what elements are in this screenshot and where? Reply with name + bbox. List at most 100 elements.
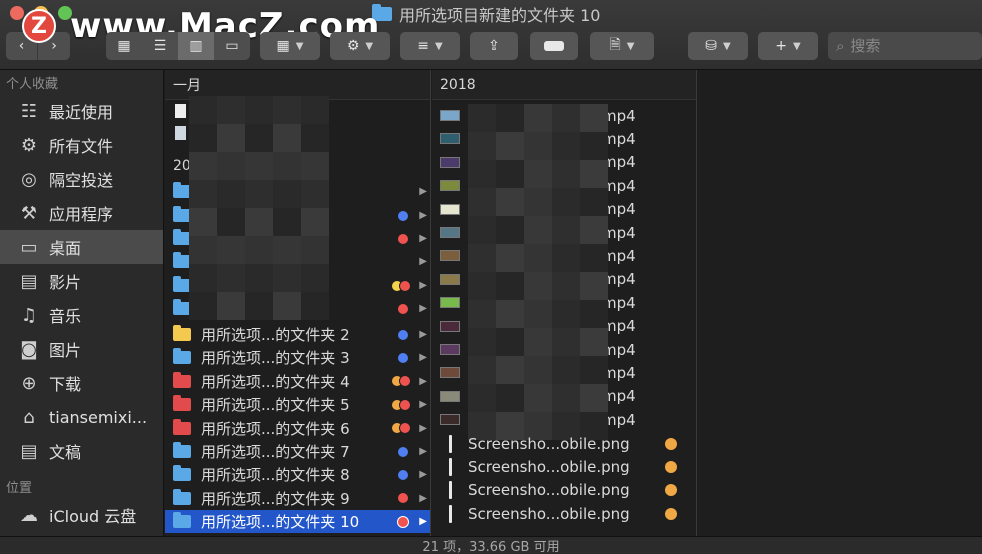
disclosure-arrow-icon: ▶ xyxy=(419,516,427,528)
file-name: Screensho...obile.png xyxy=(468,434,630,453)
column-1: 一月 20 ▶ ▶ ▶ ▶ ▶ ▶ 用所选项...的文件夹 2 ▶ 用所选项...的文件夹 3 ▶… xyxy=(165,70,431,536)
tag-dots xyxy=(397,209,409,222)
tag-dot xyxy=(399,375,411,388)
folder-icon xyxy=(173,418,191,435)
tag-dots xyxy=(391,279,411,292)
disclosure-arrow-icon: ▶ xyxy=(419,375,427,387)
share-button[interactable]: ⇪ xyxy=(470,32,518,60)
png-file-row[interactable]: Screensho...obile.png xyxy=(432,502,696,525)
image-file-icon xyxy=(449,434,452,453)
tag-dot xyxy=(399,422,411,435)
sidebar-item[interactable]: ▭ 桌面 xyxy=(0,230,163,264)
folder-row[interactable]: 用所选项...的文件夹 2 ▶ xyxy=(165,323,430,346)
disclosure-arrow-icon: ▶ xyxy=(419,303,427,314)
sidebar-item[interactable]: ⊕ 下载 xyxy=(0,366,163,400)
sidebar-item-label: 应用程序 xyxy=(49,205,114,224)
chevron-down-icon: ▼ xyxy=(723,40,731,52)
video-thumbnail-icon xyxy=(440,390,460,402)
icon-view-button[interactable]: ▦ xyxy=(106,32,142,60)
png-file-row[interactable]: Screensho...obile.png xyxy=(432,432,696,455)
tag-dots xyxy=(397,328,409,341)
action-button[interactable]: ⚙ ▼ xyxy=(330,32,390,60)
video-thumbnail-icon xyxy=(440,227,460,238)
sidebar-item-label: 文稿 xyxy=(49,443,82,462)
sidebar-item-label: 隔空投送 xyxy=(49,171,114,190)
tag-dot xyxy=(397,445,409,458)
png-file-row[interactable]: Screensho...obile.png xyxy=(432,479,696,502)
sidebar-item[interactable]: ♫ 音乐 xyxy=(0,298,163,332)
gallery-view-button[interactable]: ▭ xyxy=(214,32,250,60)
camera-icon: ◙ xyxy=(20,338,38,360)
disclosure-arrow-icon: ▶ xyxy=(419,422,427,434)
file-name: Screensho...obile.png xyxy=(468,481,630,500)
folder-row[interactable]: 用所选项...的文件夹 10 ▶ xyxy=(165,510,430,534)
sidebar-item[interactable]: ☷ 最近使用 xyxy=(0,94,163,128)
arrange-button[interactable]: ≡ ▼ xyxy=(400,32,460,60)
folder-row[interactable]: 用所选项...的文件夹 8 ▶ xyxy=(165,463,430,486)
sidebar-item[interactable]: ◙ 图片 xyxy=(0,332,163,366)
sidebar-item[interactable]: ⚒ 应用程序 xyxy=(0,196,163,230)
chevron-down-icon: ▼ xyxy=(435,40,443,52)
sidebar-item[interactable]: ◎ 隔空投送 xyxy=(0,162,163,196)
disclosure-arrow-icon: ▶ xyxy=(419,280,427,291)
search-field[interactable]: ⌕ xyxy=(828,32,982,60)
plus-icon: + xyxy=(775,38,788,54)
macz-logo-icon: Z xyxy=(22,9,56,43)
group-button[interactable]: ▦ ▼ xyxy=(260,32,320,60)
sidebar-item[interactable]: ⌂ tiansemixi... xyxy=(0,400,163,434)
folder-row[interactable]: 用所选项...的文件夹 6 ▶ xyxy=(165,417,430,440)
folder-row[interactable]: 用所选项...的文件夹 7 ▶ xyxy=(165,440,430,463)
group-grid-icon: ▦ xyxy=(276,38,290,54)
cloud-icon: ☁ xyxy=(20,504,38,526)
sidebar-item[interactable]: ▤ 文稿 xyxy=(0,434,163,468)
tag-dot xyxy=(397,232,409,245)
grid-icon: ▦ xyxy=(117,38,131,54)
doc-icon xyxy=(175,104,186,118)
column-3 xyxy=(698,70,982,536)
folder-row[interactable]: 用所选项...的文件夹 9 ▶ xyxy=(165,487,430,510)
video-thumbnail-icon xyxy=(440,203,460,215)
sidebar-item-label: tiansemixi... xyxy=(49,407,148,427)
tag-icon xyxy=(544,41,564,51)
applications-icon: ⚒ xyxy=(20,202,38,224)
tag-dot xyxy=(397,515,409,528)
column-view-button[interactable]: ▥ xyxy=(178,32,214,60)
file-name: Screensho...obile.png xyxy=(468,504,630,523)
disk-button[interactable]: ⛁ ▼ xyxy=(688,32,748,60)
search-input[interactable] xyxy=(850,37,961,55)
tag-dots xyxy=(397,515,409,528)
new-document-button[interactable]: 🗎 ▼ xyxy=(590,32,654,60)
png-file-row[interactable]: Screensho...obile.png xyxy=(432,455,696,478)
folder-row[interactable]: 用所选项...的文件夹 4 ▶ xyxy=(165,370,430,393)
video-thumbnail-icon xyxy=(440,367,460,379)
folder-row[interactable]: 用所选项...的文件夹 5 ▶ xyxy=(165,393,430,416)
sidebar-item-label: 影片 xyxy=(49,273,82,292)
disclosure-arrow-icon: ▶ xyxy=(419,352,427,364)
sidebar-item[interactable]: ⚙ 所有文件 xyxy=(0,128,163,162)
folder-icon xyxy=(173,488,191,505)
tag-dot xyxy=(399,279,411,292)
folder-icon xyxy=(173,442,191,458)
sidebar-item[interactable]: ☁ iCloud 云盘 xyxy=(0,498,163,532)
download-icon: ⊕ xyxy=(21,372,37,394)
sidebar-item-label: iCloud 云盘 xyxy=(49,507,137,526)
folder-row[interactable]: 用所选项...的文件夹 3 ▶ xyxy=(165,346,430,369)
chevron-down-icon: ▼ xyxy=(793,40,801,52)
chevron-down-icon: ▼ xyxy=(626,40,635,52)
search-icon: ⌕ xyxy=(836,37,845,55)
list-view-button[interactable]: ☰ xyxy=(142,32,178,60)
gear-icon: ⚙ xyxy=(346,38,360,54)
columns-icon: ▥ xyxy=(189,38,203,54)
tag-dot xyxy=(665,507,677,520)
sidebar-item-label: 音乐 xyxy=(49,307,82,326)
tags-button[interactable] xyxy=(530,32,578,60)
folder-icon xyxy=(173,348,191,365)
add-button[interactable]: + ▼ xyxy=(758,32,818,60)
video-thumbnail-icon xyxy=(440,156,460,168)
chevron-down-icon: ▼ xyxy=(365,40,374,52)
disk-icon: ⛁ xyxy=(705,38,718,54)
tag-dots xyxy=(397,445,409,458)
disclosure-arrow-icon: ▶ xyxy=(419,446,427,457)
sidebar-item[interactable]: ▤ 影片 xyxy=(0,264,163,298)
folder-icon xyxy=(173,512,191,529)
